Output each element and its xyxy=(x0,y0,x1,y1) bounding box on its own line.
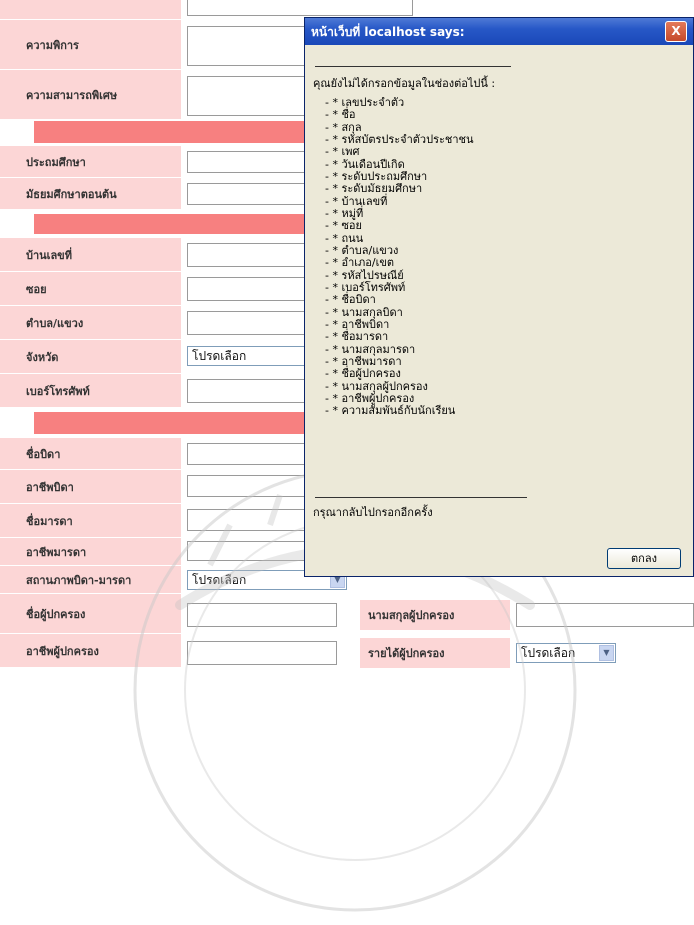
list-item: - * ความสัมพันธ์กับนักเรียน xyxy=(325,404,456,418)
guardian-occupation-input[interactable] xyxy=(187,641,337,665)
divider xyxy=(315,497,527,498)
ok-button[interactable]: ตกลง xyxy=(607,548,681,569)
top-input[interactable] xyxy=(187,0,413,16)
guardian-surname-input[interactable] xyxy=(516,603,694,627)
phone-label: เบอร์โทรศัพท์ xyxy=(0,374,181,408)
mother-name-label: ชื่อมารดา xyxy=(0,504,181,538)
list-item: - * ชื่อผู้ปกครอง xyxy=(325,367,401,381)
missing-fields-list: - * เลขประจำตัว - * ชื่อ - * สกุล - * รหัสบ… xyxy=(325,96,474,418)
soi-label: ซอย xyxy=(0,272,181,306)
father-occupation-label: อาชีพบิดา xyxy=(0,470,181,504)
province-select-value: โปรดเลือก xyxy=(192,349,247,363)
list-item: - * ชื่อมารดา xyxy=(325,330,389,344)
list-item: - * ชื่อ xyxy=(325,108,356,122)
list-item: - * เพศ xyxy=(325,145,360,159)
province-select[interactable]: โปรดเลือก xyxy=(187,346,307,366)
lower-secondary-label: มัธยมศึกษาตอนต้น xyxy=(0,178,181,210)
divider xyxy=(315,66,511,67)
disability-label: ความพิการ xyxy=(0,20,181,70)
guardian-income-select-value: โปรดเลือก xyxy=(521,646,576,660)
guardian-name-label: ชื่อผู้ปกครอง xyxy=(0,594,181,634)
dialog-titlebar[interactable]: หน้าเว็บที่ localhost says: X xyxy=(305,18,693,45)
chevron-down-icon[interactable]: ▼ xyxy=(599,645,614,661)
subdistrict-label: ตำบล/แขวง xyxy=(0,306,181,340)
parents-status-select-value: โปรดเลือก xyxy=(192,573,247,587)
alert-dialog: หน้าเว็บที่ localhost says: X คุณยังไม่ไ… xyxy=(304,17,694,577)
guardian-occupation-label: อาชีพผู้ปกครอง xyxy=(0,634,181,668)
dialog-footer-text: กรุณากลับไปกรอกอีกครั้ง xyxy=(313,506,433,519)
form-row-guardian-name: ชื่อผู้ปกครอง นามสกุลผู้ปกครอง xyxy=(0,594,694,634)
list-item: - * อำเภอ/เขต xyxy=(325,256,394,270)
list-item: - * ชื่อบิดา xyxy=(325,293,376,307)
father-name-label: ชื่อบิดา xyxy=(0,438,181,470)
guardian-income-label: รายได้ผู้ปกครอง xyxy=(360,638,510,668)
guardian-surname-label: นามสกุลผู้ปกครอง xyxy=(360,600,510,630)
list-item: - * ระดับมัธยมศึกษา xyxy=(325,182,423,196)
close-icon[interactable]: X xyxy=(665,21,687,42)
dialog-body: คุณยังไม่ได้กรอกข้อมูลในช่องต่อไปนี้ : -… xyxy=(305,45,693,576)
dialog-intro: คุณยังไม่ได้กรอกข้อมูลในช่องต่อไปนี้ : xyxy=(313,77,496,90)
parents-status-label: สถานภาพบิดา-มารดา xyxy=(0,566,181,594)
dialog-title: หน้าเว็บที่ localhost says: xyxy=(311,25,465,39)
mother-occupation-label: อาชีพมารดา xyxy=(0,538,181,566)
province-label: จังหวัด xyxy=(0,340,181,374)
form-row-guardian-occupation: อาชีพผู้ปกครอง รายได้ผู้ปกครอง โปรดเลือก… xyxy=(0,634,694,668)
guardian-income-select[interactable]: โปรดเลือก ▼ xyxy=(516,643,616,663)
list-item: - * ซอย xyxy=(325,219,362,233)
primary-label: ประถมศึกษา xyxy=(0,146,181,178)
special-ability-label: ความสามารถพิเศษ xyxy=(0,70,181,120)
guardian-name-input[interactable] xyxy=(187,603,337,627)
house-no-label: บ้านเลขที่ xyxy=(0,238,181,272)
